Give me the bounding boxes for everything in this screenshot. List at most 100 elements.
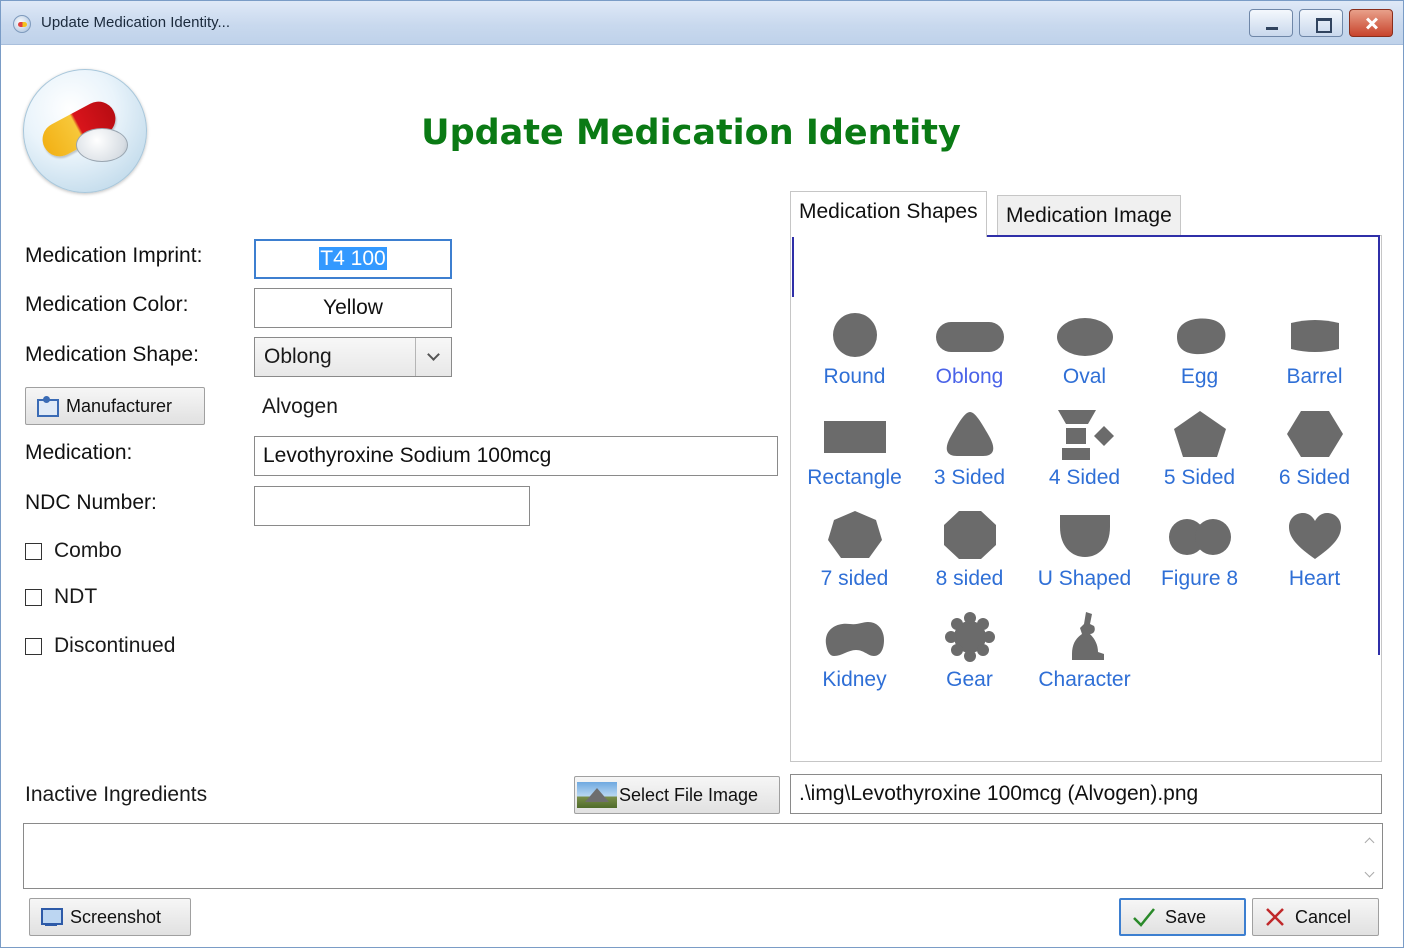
title-bar: Update Medication Identity...	[1, 1, 1403, 45]
ndt-checkbox-box[interactable]	[25, 588, 42, 606]
shape-option-gear[interactable]: Gear	[912, 610, 1027, 696]
ndt-checkbox-label: NDT	[54, 585, 98, 608]
shape-option-4-sided[interactable]: 4 Sided	[1027, 408, 1142, 494]
shapes-grid: Round Oblong Oval Egg Barrel Rectangle 3…	[797, 307, 1373, 696]
shape-label: 6 Sided	[1278, 466, 1351, 489]
three-sided-shape-icon	[946, 412, 993, 456]
figure-eight-shape-icon	[1168, 519, 1231, 555]
shape-option-5-sided[interactable]: 5 Sided	[1142, 408, 1257, 494]
shape-label: Egg	[1180, 365, 1219, 388]
shape-label: 8 sided	[935, 567, 1004, 590]
screenshot-button[interactable]: Screenshot	[29, 898, 191, 936]
tab-medication-image[interactable]: Medication Image	[997, 195, 1181, 236]
imprint-label: Medication Imprint:	[25, 244, 203, 267]
page-heading: Update Medication Identity	[421, 113, 961, 153]
shape-option-8-sided[interactable]: 8 sided	[912, 509, 1027, 595]
shape-label: 5 Sided	[1163, 466, 1236, 489]
color-label: Medication Color:	[25, 293, 189, 316]
minimize-icon	[1250, 10, 1292, 36]
oblong-shape-icon	[935, 322, 1004, 352]
shape-label: Barrel	[1286, 365, 1343, 388]
shape-label: Heart	[1288, 567, 1341, 590]
shape-option-oval[interactable]: Oval	[1027, 307, 1142, 393]
inactive-ingredients-label: Inactive Ingredients	[25, 783, 208, 806]
rabbit-character-icon	[1071, 612, 1104, 660]
shape-option-oblong[interactable]: Oblong	[912, 307, 1027, 393]
shape-label: Round	[823, 365, 886, 388]
shape-option-rectangle[interactable]: Rectangle	[797, 408, 912, 494]
checkmark-icon	[1133, 908, 1155, 927]
shape-label: 7 sided	[820, 567, 889, 590]
gear-shape-icon	[944, 612, 995, 662]
combo-checkbox[interactable]: Combo	[25, 539, 122, 563]
ndt-checkbox[interactable]: NDT	[25, 585, 97, 609]
shape-label: Figure 8	[1160, 567, 1239, 590]
tab-medication-shapes[interactable]: Medication Shapes	[790, 191, 987, 237]
shape-option-3-sided[interactable]: 3 Sided	[912, 408, 1027, 494]
combo-checkbox-box[interactable]	[25, 542, 42, 560]
select-file-image-button[interactable]: Select File Image	[574, 776, 780, 814]
inactive-ingredients-textarea[interactable]	[23, 823, 1383, 889]
maximize-icon	[1300, 10, 1342, 36]
select-file-image-label: Select File Image	[619, 784, 759, 805]
shape-label: 4 Sided	[1048, 466, 1121, 489]
shape-option-u-shaped[interactable]: U Shaped	[1027, 509, 1142, 595]
landscape-image-icon	[577, 782, 617, 808]
image-path-input[interactable]: .\img\Levothyroxine 100mcg (Alvogen).png	[790, 774, 1382, 814]
chevron-down-icon[interactable]	[415, 338, 451, 376]
manufacturer-icon	[36, 396, 59, 417]
save-button-label: Save	[1165, 906, 1207, 927]
shape-label: Oval	[1062, 365, 1107, 388]
ndc-input[interactable]	[254, 486, 530, 526]
shape-label: Medication Shape:	[25, 343, 199, 366]
minimize-button[interactable]	[1249, 9, 1293, 37]
maximize-button[interactable]	[1299, 9, 1343, 37]
dialog-window: Update Medication Identity... Update Med…	[0, 0, 1404, 948]
cancel-button-label: Cancel	[1295, 906, 1352, 927]
textarea-scrollbar[interactable]	[1359, 825, 1381, 887]
shape-label: Gear	[946, 668, 993, 691]
discontinued-checkbox-box[interactable]	[25, 637, 42, 655]
window-title: Update Medication Identity...	[41, 14, 230, 31]
medication-input[interactable]: Levothyroxine Sodium 100mcg	[254, 436, 778, 476]
shape-option-7-sided[interactable]: 7 sided	[797, 509, 912, 595]
shape-option-egg[interactable]: Egg	[1142, 307, 1257, 393]
shape-label: 3 Sided	[933, 466, 1006, 489]
monitor-icon	[40, 907, 63, 927]
shape-option-figure-8[interactable]: Figure 8	[1142, 509, 1257, 595]
barrel-shape-icon	[1290, 320, 1339, 352]
discontinued-checkbox-label: Discontinued	[54, 634, 176, 657]
kidney-shape-icon	[825, 622, 884, 656]
heptagon-shape-icon	[827, 511, 882, 558]
egg-shape-icon	[1176, 318, 1225, 355]
heart-shape-icon	[1288, 513, 1341, 559]
rectangle-shape-icon	[823, 421, 886, 453]
shape-option-kidney[interactable]: Kidney	[797, 610, 912, 696]
manufacturer-button-label: Manufacturer	[66, 395, 173, 416]
shape-label: Character	[1038, 668, 1131, 691]
shape-option-round[interactable]: Round	[797, 307, 912, 393]
shape-dropdown-value: Oblong	[264, 345, 332, 368]
shape-option-barrel[interactable]: Barrel	[1257, 307, 1372, 393]
close-icon	[1350, 10, 1392, 36]
round-shape-icon	[832, 313, 877, 357]
screenshot-button-label: Screenshot	[70, 906, 162, 927]
shape-dropdown[interactable]: Oblong	[254, 337, 452, 377]
save-button[interactable]: Save	[1119, 898, 1246, 936]
shape-option-heart[interactable]: Heart	[1257, 509, 1372, 595]
color-input[interactable]: Yellow	[254, 288, 452, 328]
shape-label: Rectangle	[807, 466, 902, 489]
discontinued-checkbox[interactable]: Discontinued	[25, 634, 175, 658]
shape-label: Kidney	[822, 668, 887, 691]
shape-option-character[interactable]: Character	[1027, 610, 1142, 696]
close-button[interactable]	[1349, 9, 1393, 37]
manufacturer-button[interactable]: Manufacturer	[25, 387, 205, 425]
shape-option-6-sided[interactable]: 6 Sided	[1257, 408, 1372, 494]
medication-label: Medication:	[25, 441, 133, 464]
imprint-input[interactable]: T4 100	[254, 239, 452, 279]
manufacturer-value: Alvogen	[262, 395, 338, 418]
u-shape-icon	[1059, 515, 1110, 557]
cancel-x-icon	[1266, 908, 1284, 926]
four-sided-shape-icon	[1057, 410, 1114, 460]
cancel-button[interactable]: Cancel	[1252, 898, 1379, 936]
